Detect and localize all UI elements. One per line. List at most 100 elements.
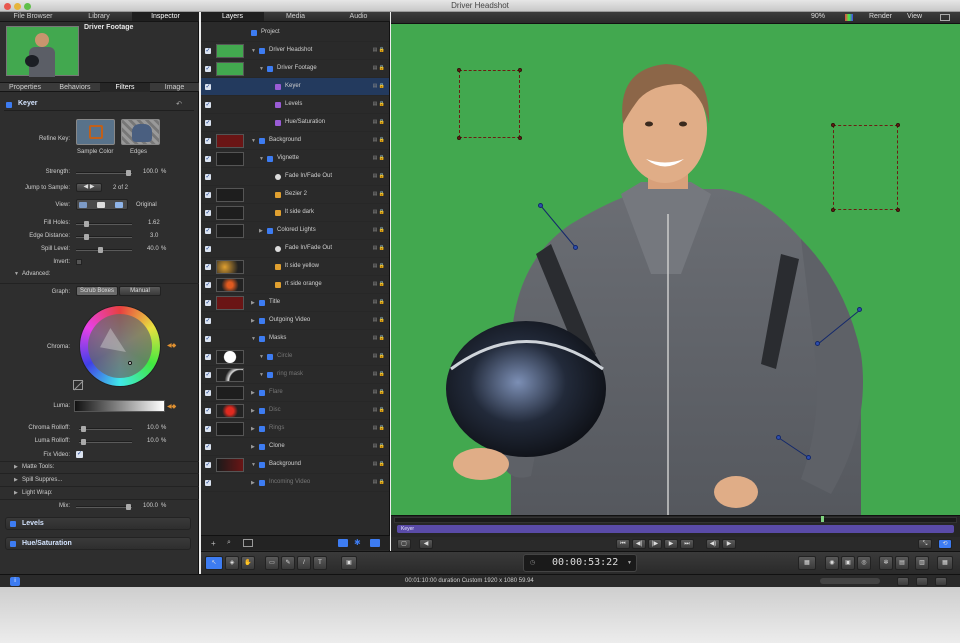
layer-lock-icon[interactable]: ▤ 🔒 bbox=[373, 443, 385, 449]
mask-tool-icon[interactable]: ▣ bbox=[341, 556, 357, 570]
layer-lock-icon[interactable]: ▤ 🔒 bbox=[373, 317, 385, 323]
advanced-disclosure-icon[interactable]: ▼ bbox=[14, 271, 19, 277]
timeline-toggle-icon[interactable] bbox=[897, 577, 909, 586]
layer-row[interactable]: ✓ Hue/Saturation ▤ 🔒 bbox=[201, 114, 389, 132]
edges-button[interactable] bbox=[121, 119, 160, 145]
layer-row[interactable]: ✓ ▼ Driver Footage ▤ 🔒 bbox=[201, 60, 389, 78]
behaviors-icon[interactable]: ✲ bbox=[879, 556, 893, 570]
layer-name[interactable]: Driver Footage bbox=[277, 65, 317, 71]
layer-lock-icon[interactable]: ▤ 🔒 bbox=[373, 299, 385, 305]
eyedropper-icon[interactable] bbox=[73, 380, 84, 391]
close-window-icon[interactable] bbox=[4, 3, 11, 10]
layer-row[interactable]: ✓ ▶ Flare ▤ 🔒 bbox=[201, 384, 389, 402]
bezier-tool-icon[interactable]: ✎ bbox=[281, 556, 295, 570]
tab-filters[interactable]: Filters bbox=[100, 83, 150, 92]
go-to-start-icon[interactable]: ⏮ bbox=[616, 539, 630, 549]
layer-row[interactable]: ✓ Bezier 2 ▤ 🔒 bbox=[201, 186, 389, 204]
hue-saturation-section-header[interactable]: Hue/Saturation bbox=[5, 537, 191, 550]
tab-library[interactable]: Library bbox=[66, 12, 132, 21]
filmstrip-icon[interactable]: ▦ bbox=[798, 556, 816, 570]
replicator-icon[interactable]: ▥ bbox=[915, 556, 929, 570]
pan-tool-icon[interactable]: ✋ bbox=[241, 556, 255, 570]
loop-icon[interactable]: ◀ bbox=[419, 539, 433, 549]
layer-lock-icon[interactable]: ▤ 🔒 bbox=[373, 407, 385, 413]
disclosure-icon[interactable]: ▶ bbox=[251, 390, 255, 396]
disclosure-icon[interactable]: ▶ bbox=[259, 228, 263, 234]
disclosure-icon[interactable]: ▼ bbox=[259, 354, 264, 360]
layer-lock-icon[interactable]: ▤ 🔒 bbox=[373, 389, 385, 395]
edge-distance-slider[interactable] bbox=[76, 234, 132, 240]
layout-icon[interactable] bbox=[940, 14, 950, 21]
luma-rolloff-slider[interactable] bbox=[79, 439, 132, 445]
go-to-end-icon[interactable]: ⏭ bbox=[680, 539, 694, 549]
fill-holes-slider[interactable] bbox=[76, 221, 132, 227]
layer-lock-icon[interactable]: ▤ 🔒 bbox=[373, 353, 385, 359]
layer-row[interactable]: ✓ Fade In/Fade Out ▤ 🔒 bbox=[201, 168, 389, 186]
levels-section-header[interactable]: Levels bbox=[5, 517, 191, 530]
layer-name[interactable]: Fade In/Fade Out bbox=[285, 173, 332, 179]
tab-behaviors[interactable]: Behaviors bbox=[50, 83, 100, 92]
disclosure-icon[interactable]: ▼ bbox=[251, 336, 256, 342]
layer-name[interactable]: Bezier 2 bbox=[285, 191, 307, 197]
layer-name[interactable]: lt side dark bbox=[285, 209, 314, 215]
disclosure-icon[interactable]: ▶ bbox=[251, 480, 255, 486]
mix-value[interactable]: 100.0 bbox=[143, 503, 158, 509]
render-menu[interactable]: Render bbox=[869, 13, 892, 20]
layer-lock-icon[interactable]: ▤ 🔒 bbox=[373, 173, 385, 179]
layer-lock-icon[interactable]: ▤ 🔒 bbox=[373, 425, 385, 431]
layer-name[interactable]: Rings bbox=[269, 425, 284, 431]
tab-file-browser[interactable]: File Browser bbox=[0, 12, 66, 21]
spill-suppress-disclosure-icon[interactable]: ▶ bbox=[14, 477, 18, 483]
spill-suppress-label[interactable]: Spill Suppres... bbox=[22, 477, 62, 483]
mix-slider[interactable] bbox=[76, 504, 132, 510]
layer-row[interactable]: ✓ ▼ ring mask ▤ 🔒 bbox=[201, 366, 389, 384]
layer-lock-icon[interactable]: ▤ 🔒 bbox=[373, 335, 385, 341]
hue-saturation-enable-checkbox[interactable] bbox=[10, 541, 16, 547]
layer-lock-icon[interactable]: ▤ 🔒 bbox=[373, 209, 385, 215]
layer-name[interactable]: ring mask bbox=[277, 371, 303, 377]
sample-point[interactable] bbox=[538, 203, 543, 208]
layer-row[interactable]: ✓ ▼ Vignette ▤ 🔒 bbox=[201, 150, 389, 168]
layer-row[interactable]: ✓ Levels ▤ 🔒 bbox=[201, 96, 389, 114]
mask-icon[interactable] bbox=[243, 539, 253, 547]
tab-image[interactable]: Image bbox=[150, 83, 199, 92]
layer-row[interactable]: ✓ ▶ Colored Lights ▤ 🔒 bbox=[201, 222, 389, 240]
view-original-icon[interactable] bbox=[115, 202, 123, 208]
layer-lock-icon[interactable]: ▤ 🔒 bbox=[373, 227, 385, 233]
layer-lock-icon[interactable]: ▤ 🔒 bbox=[373, 119, 385, 125]
luma-rolloff-value[interactable]: 10.0 bbox=[147, 438, 159, 444]
playhead[interactable] bbox=[821, 516, 824, 522]
paint-tool-icon[interactable]: / bbox=[297, 556, 311, 570]
tab-media[interactable]: Media bbox=[264, 12, 327, 21]
show-effects-icon[interactable]: ✱ bbox=[354, 538, 361, 547]
layer-name[interactable]: Title bbox=[269, 299, 280, 305]
spill-level-value[interactable]: 40.0 bbox=[147, 246, 159, 252]
disclosure-icon[interactable]: ▼ bbox=[259, 372, 264, 378]
manual-button[interactable]: Manual bbox=[119, 286, 161, 296]
layer-visibility-checkbox[interactable]: ✓ bbox=[205, 102, 211, 108]
view-composite-icon[interactable] bbox=[79, 202, 87, 208]
layer-visibility-checkbox[interactable]: ✓ bbox=[205, 480, 211, 486]
layer-name[interactable]: Incoming Video bbox=[269, 479, 310, 485]
play-icon[interactable]: ▶ bbox=[664, 539, 678, 549]
camera-icon[interactable]: ◉ bbox=[825, 556, 839, 570]
sample-point[interactable] bbox=[815, 341, 820, 346]
timeline-keyer-bar[interactable]: Keyer bbox=[397, 525, 954, 533]
layer-name[interactable]: Outgoing Video bbox=[269, 317, 310, 323]
layer-lock-icon[interactable]: ▤ 🔒 bbox=[373, 101, 385, 107]
mute-icon[interactable]: ◀) bbox=[706, 539, 720, 549]
luma-keyframe-icon[interactable]: ◀◆ bbox=[167, 403, 176, 410]
light-wrap-label[interactable]: Light Wrap: bbox=[22, 490, 53, 496]
rectangle-tool-icon[interactable]: ▭ bbox=[265, 556, 279, 570]
layer-visibility-checkbox[interactable]: ✓ bbox=[205, 48, 211, 54]
layer-row[interactable]: ✓ ▼ Background ▤ 🔒 bbox=[201, 456, 389, 474]
invert-checkbox[interactable] bbox=[76, 259, 82, 265]
scrub-boxes-button[interactable]: Scrub Boxes bbox=[76, 286, 118, 296]
layer-row[interactable]: ✓ ▶ Disc ▤ 🔒 bbox=[201, 402, 389, 420]
layer-lock-icon[interactable]: ▤ 🔒 bbox=[373, 137, 385, 143]
tab-layers[interactable]: Layers bbox=[201, 12, 264, 21]
layer-visibility-checkbox[interactable]: ✓ bbox=[205, 228, 211, 234]
layer-visibility-checkbox[interactable]: ✓ bbox=[205, 174, 211, 180]
disclosure-icon[interactable]: ▶ bbox=[251, 444, 255, 450]
edge-distance-value[interactable]: 3.0 bbox=[150, 233, 158, 239]
